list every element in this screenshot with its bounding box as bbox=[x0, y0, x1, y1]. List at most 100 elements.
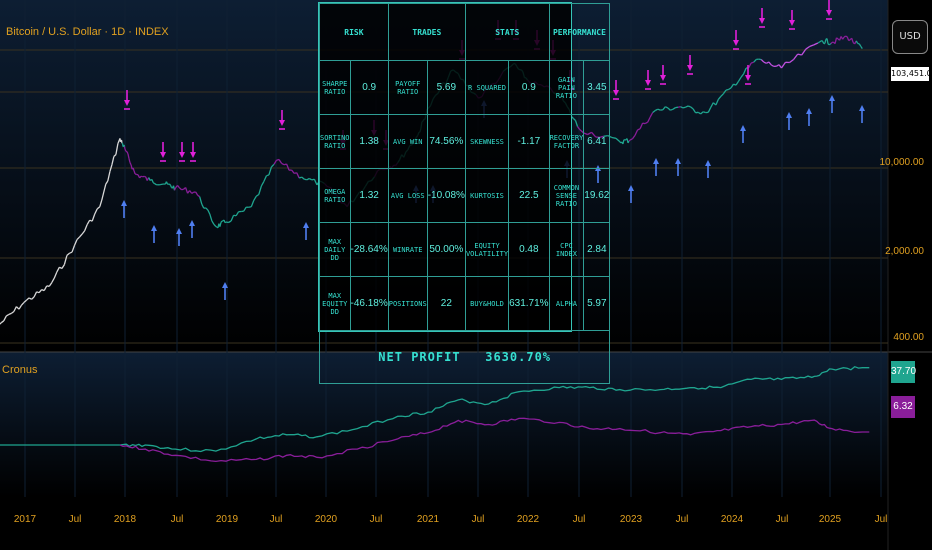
price-segment bbox=[121, 143, 124, 147]
stat-label: AVG LOSS bbox=[387, 168, 428, 223]
price-segment bbox=[169, 185, 173, 188]
net-profit-value: 3630.70% bbox=[485, 350, 552, 364]
price-segment bbox=[126, 151, 129, 155]
price-segment bbox=[677, 106, 681, 108]
price-segment bbox=[220, 220, 223, 223]
x-tick-label: Jul bbox=[775, 514, 789, 525]
price-segment bbox=[751, 61, 754, 64]
price-segment bbox=[143, 175, 146, 178]
stat-value: 74.56% bbox=[426, 114, 466, 169]
stat-value: 19.62 bbox=[583, 168, 611, 223]
stat-label: POSITIONS bbox=[387, 276, 428, 331]
stat-value: 0.48 bbox=[508, 222, 550, 277]
x-tick-label: 2021 bbox=[416, 514, 440, 525]
price-segment bbox=[140, 175, 143, 178]
price-segment bbox=[702, 111, 707, 114]
x-tick-label: Jul bbox=[269, 514, 283, 525]
price-segment bbox=[8, 312, 12, 316]
stat-label: PAYOFF RATIO bbox=[387, 60, 428, 115]
stat-value: 1.38 bbox=[349, 114, 389, 169]
price-segment bbox=[657, 108, 661, 111]
stat-label: COMMON SENSE RATIO bbox=[548, 168, 585, 223]
x-tick-label: 2023 bbox=[619, 514, 643, 525]
stat-value: 0.9 bbox=[508, 60, 550, 115]
x-tick-label: 2017 bbox=[13, 514, 37, 525]
y-tick-label: 10,000.00 bbox=[879, 157, 925, 168]
stat-label: AVG WIN bbox=[387, 114, 428, 169]
price-segment bbox=[168, 183, 172, 186]
x-tick-label: 2022 bbox=[516, 514, 540, 525]
indicator-value-green: 37.70 bbox=[891, 361, 916, 383]
stat-label: SORTINO RATIO bbox=[319, 114, 351, 169]
stat-value: -46.18% bbox=[349, 276, 389, 331]
price-segment bbox=[134, 173, 137, 176]
chart-title: Bitcoin / U.S. Dollar · 1D · INDEX bbox=[6, 26, 169, 38]
price-segment bbox=[123, 144, 126, 147]
price-segment bbox=[642, 122, 646, 125]
price-segment bbox=[845, 35, 848, 38]
stat-label: WINRATE bbox=[387, 222, 428, 277]
x-tick-label: Jul bbox=[369, 514, 383, 525]
price-segment bbox=[69, 251, 73, 254]
x-tick-label: Jul bbox=[675, 514, 689, 525]
stat-label: R SQUARED bbox=[464, 60, 510, 115]
stat-value: -10.08% bbox=[426, 168, 466, 223]
price-segment bbox=[165, 181, 168, 185]
price-segment bbox=[173, 187, 177, 191]
price-segment bbox=[304, 178, 307, 181]
price-segment bbox=[848, 39, 851, 42]
price-segment bbox=[758, 58, 762, 61]
stat-label: MAX EQUITY DD bbox=[319, 276, 351, 331]
price-segment bbox=[628, 139, 631, 142]
stat-value: 631.71% bbox=[508, 276, 550, 331]
x-tick-label: 2019 bbox=[215, 514, 239, 525]
x-tick-label: 2020 bbox=[314, 514, 338, 525]
x-tick-label: 2018 bbox=[113, 514, 137, 525]
stat-label: MAX DAILY DD bbox=[319, 222, 351, 277]
header-stats: STATS bbox=[464, 3, 550, 61]
stat-label: EQUITY VOLATILITY bbox=[464, 222, 510, 277]
stat-value: 3.45 bbox=[583, 60, 611, 115]
price-segment bbox=[821, 40, 824, 43]
net-profit-label: NET PROFIT bbox=[378, 350, 461, 364]
indicator-value-purple: 6.32 bbox=[891, 396, 915, 418]
price-segment bbox=[830, 42, 833, 45]
stat-value: 22 bbox=[426, 276, 466, 331]
x-tick-label: Jul bbox=[874, 514, 888, 525]
stat-label: RECOVERY FACTOR bbox=[548, 114, 585, 169]
price-segment bbox=[627, 140, 630, 144]
stat-label: SKEWNESS bbox=[464, 114, 510, 169]
stat-value: 5.97 bbox=[583, 276, 611, 331]
price-segment bbox=[822, 41, 825, 45]
stat-value: -28.64% bbox=[349, 222, 389, 277]
price-segment bbox=[670, 108, 674, 111]
price-segment bbox=[248, 206, 252, 208]
indicator-title: Cronus bbox=[2, 364, 38, 376]
chart-root: { "header": { "title": "Bitcoin / U.S. D… bbox=[0, 0, 932, 550]
stat-value: 22.5 bbox=[508, 168, 550, 223]
price-segment bbox=[124, 148, 127, 152]
price-segment bbox=[154, 183, 157, 186]
stat-value: -1.17 bbox=[508, 114, 550, 169]
stat-value: 6.41 bbox=[583, 114, 611, 169]
y-tick-label: 400.00 bbox=[893, 332, 924, 343]
price-segment bbox=[687, 105, 691, 108]
x-tick-label: 2025 bbox=[818, 514, 842, 525]
header-risk: RISK bbox=[319, 3, 389, 61]
price-segment bbox=[266, 174, 270, 177]
x-tick-label: Jul bbox=[68, 514, 82, 525]
net-profit: NET PROFIT 3630.70% bbox=[318, 330, 611, 384]
price-segment bbox=[843, 35, 846, 38]
header-performance: PERFORMANCE bbox=[548, 3, 611, 61]
stat-value: 1.32 bbox=[349, 168, 389, 223]
stat-label: ALPHA bbox=[548, 276, 585, 331]
currency-button[interactable]: USD bbox=[892, 20, 928, 54]
price-segment bbox=[123, 146, 126, 150]
price-segment bbox=[215, 226, 218, 228]
price-segment bbox=[181, 188, 184, 191]
x-tick-label: Jul bbox=[471, 514, 485, 525]
x-tick-label: Jul bbox=[572, 514, 586, 525]
stat-value: 2.84 bbox=[583, 222, 611, 277]
stats-table: RISK TRADES STATS PERFORMANCE SHARPE RAT… bbox=[318, 2, 611, 384]
stat-label: OMEGA RATIO bbox=[319, 168, 351, 223]
